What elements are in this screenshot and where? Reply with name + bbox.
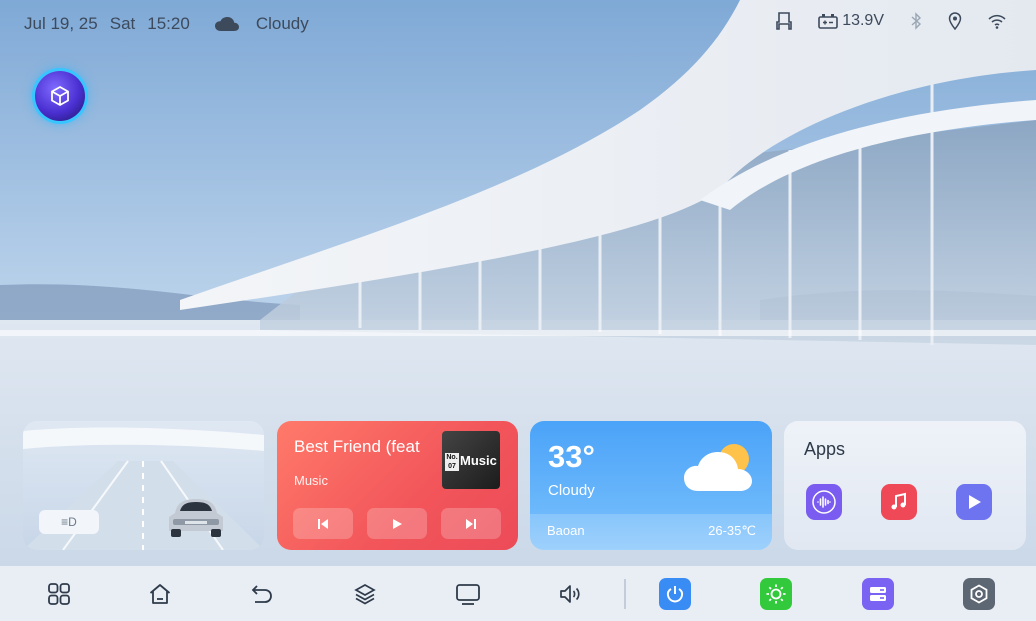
weather-text: Cloudy: [255, 14, 309, 33]
dock-divider: [624, 579, 626, 609]
play-icon: [393, 518, 402, 529]
music-card[interactable]: Best Friend (feat Music No. 07 Music: [277, 421, 518, 550]
layers-button[interactable]: [350, 579, 380, 609]
album-art[interactable]: No. 07 Music: [442, 431, 500, 489]
home-icon: [149, 584, 171, 604]
power-button[interactable]: [659, 578, 691, 610]
next-button[interactable]: [441, 508, 501, 539]
screen-icon: [456, 584, 480, 605]
headlight-button[interactable]: ≡D: [39, 510, 99, 534]
headlight-icon: ≡D: [61, 515, 77, 529]
battery-icon: [818, 14, 838, 29]
play-icon: [969, 495, 981, 509]
temperature: 33°: [548, 439, 595, 474]
previous-button[interactable]: [293, 508, 353, 539]
city-name: Baoan: [547, 523, 585, 538]
bluetooth-icon: [911, 12, 922, 30]
settings-icon: [970, 584, 988, 604]
apps-grid-button[interactable]: [44, 579, 74, 609]
previous-icon: [318, 518, 328, 529]
seat-icon: [776, 12, 792, 30]
music-note-icon: [891, 492, 906, 510]
next-icon: [466, 518, 476, 529]
car-icon: [169, 499, 223, 537]
track-source: Music: [294, 473, 328, 488]
storage-button[interactable]: [862, 578, 894, 610]
assistant-button[interactable]: [35, 71, 85, 121]
back-icon: [251, 585, 272, 603]
apps-grid-icon: [48, 583, 70, 605]
video-app[interactable]: [956, 484, 992, 520]
track-title: Best Friend (feat: [294, 437, 420, 456]
day-text: Sat: [109, 14, 136, 33]
music-app[interactable]: [881, 484, 917, 520]
dock: [0, 566, 1036, 621]
weather-card[interactable]: 33° Cloudy Baoan 26-35℃: [530, 421, 772, 550]
screen-button[interactable]: [453, 579, 483, 609]
play-button[interactable]: [367, 508, 427, 539]
volume-button[interactable]: [556, 579, 586, 609]
brightness-button[interactable]: [760, 578, 792, 610]
temperature-range: 26-35℃: [708, 523, 756, 538]
apps-title: Apps: [804, 439, 846, 459]
cloud-icon: [214, 17, 239, 31]
voice-app[interactable]: [806, 484, 842, 520]
vehicle-card[interactable]: ≡D: [23, 421, 264, 550]
wifi-icon: [988, 14, 1006, 29]
battery-voltage: 13.9V: [842, 12, 884, 29]
status-bar: Jul 19, 25 Sat 15:20 Cloudy 13.9V: [0, 0, 1036, 48]
battery-indicator: 13.9V: [818, 12, 884, 30]
home-button[interactable]: [145, 579, 175, 609]
sun-icon: [766, 584, 786, 604]
settings-button[interactable]: [963, 578, 995, 610]
location-icon: [948, 12, 962, 30]
power-icon: [666, 586, 684, 603]
back-button[interactable]: [247, 579, 277, 609]
layers-icon: [354, 584, 376, 605]
weather-condition: Cloudy: [548, 482, 595, 499]
album-label: Music: [460, 453, 497, 468]
storage-icon: [870, 587, 886, 601]
partly-cloudy-icon: [684, 444, 752, 491]
volume-icon: [560, 585, 580, 603]
time-text: 15:20: [147, 14, 190, 33]
album-tag: No. 07: [445, 453, 459, 471]
apps-card[interactable]: Apps: [784, 421, 1026, 550]
waveform-icon: [812, 490, 836, 514]
date-text: Jul 19, 25: [24, 14, 98, 33]
cube-icon: [51, 85, 69, 107]
